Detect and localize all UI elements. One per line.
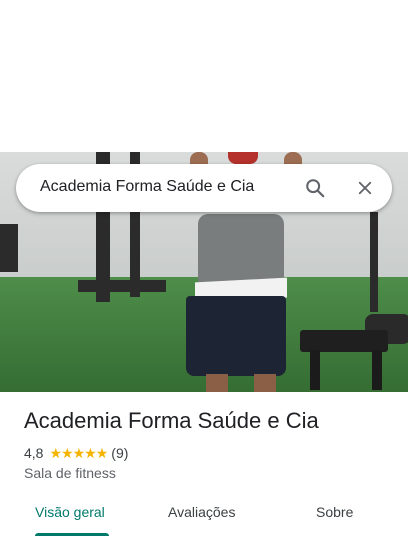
tab-bar: Visão geral Avaliações Sobre bbox=[0, 496, 408, 540]
photo-rack-post bbox=[370, 212, 378, 312]
photo-person-leg bbox=[254, 374, 276, 392]
photo-person-shorts bbox=[186, 296, 286, 376]
search-bar[interactable]: Academia Forma Saúde e Cia bbox=[16, 164, 392, 212]
tab-about[interactable]: Sobre bbox=[316, 504, 353, 520]
star-icon: ★ bbox=[61, 445, 74, 461]
photo-rack-base bbox=[78, 280, 166, 292]
place-title: Academia Forma Saúde e Cia bbox=[24, 408, 319, 433]
photo-bench bbox=[300, 330, 388, 352]
star-icon: ★ bbox=[84, 445, 97, 461]
photo-bench-leg bbox=[310, 350, 320, 390]
star-icon: ★ bbox=[72, 445, 86, 461]
search-query[interactable]: Academia Forma Saúde e Cia bbox=[40, 178, 254, 196]
active-tab-indicator bbox=[35, 533, 109, 536]
star-icon: ★ bbox=[49, 445, 62, 461]
tab-overview[interactable]: Visão geral bbox=[35, 504, 105, 520]
photo-machine bbox=[0, 224, 18, 272]
photo-bench-leg bbox=[372, 350, 382, 390]
search-icon[interactable] bbox=[300, 173, 330, 203]
review-count[interactable]: (9) bbox=[111, 445, 128, 461]
photo-person-leg bbox=[206, 374, 228, 392]
rating-value: 4,8 bbox=[24, 445, 44, 461]
top-blank-area bbox=[0, 0, 408, 152]
rating-row[interactable]: 4,8 ★ ★ ★ ★ ★ (9) bbox=[24, 444, 128, 462]
tab-reviews[interactable]: Avaliações bbox=[168, 504, 235, 520]
close-icon[interactable] bbox=[350, 173, 380, 203]
rating-stars: ★ ★ ★ ★ ★ bbox=[49, 445, 109, 461]
photo-red-object bbox=[228, 152, 258, 164]
place-category: Sala de fitness bbox=[24, 465, 116, 481]
star-icon: ★ bbox=[95, 445, 109, 461]
